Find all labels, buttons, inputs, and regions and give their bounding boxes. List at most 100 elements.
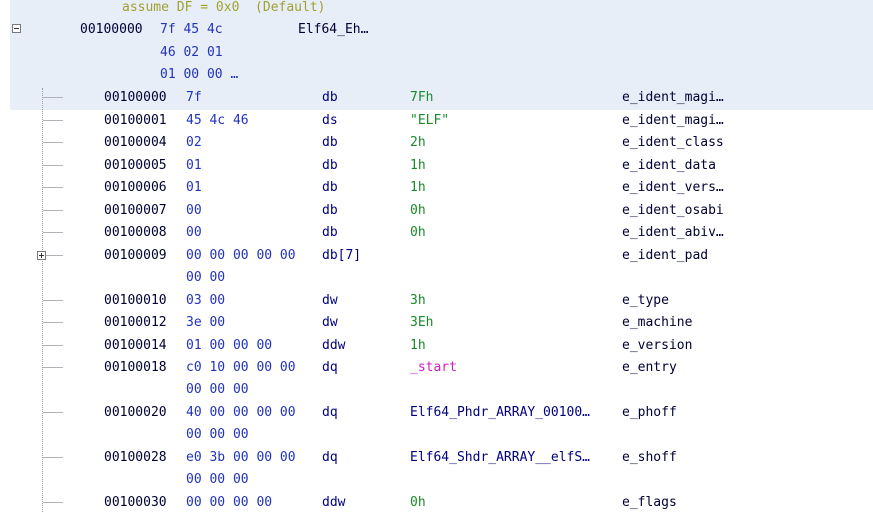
row-field-name: e_ident_abiv… [622,225,724,240]
row-field-name: e_phoff [622,405,677,420]
row-mnemonic: db [322,180,338,195]
assume-directive: assume DF = 0x0 (Default) [122,0,326,15]
row-mnemonic: dq [322,360,338,375]
row-field-name: e_machine [622,315,693,330]
row-bytes: 00 [186,225,202,240]
row-address: 00100014 [104,338,167,353]
row-bytes: 45 4c 46 [186,113,249,128]
row-address: 00100012 [104,315,167,330]
tree-branch [43,457,63,458]
row-mnemonic: db [322,90,338,105]
struct-header-line[interactable]: 00100000 7f 45 4c Elf64_Eh… [0,19,368,41]
row-bytes-continued: 00 00 [186,270,226,285]
struct-address: 00100000 [80,22,143,37]
row-address: 00100001 [104,113,167,128]
row-field-name: e_ident_pad [622,248,709,263]
row-operand: 1h [410,158,426,173]
row-mnemonic: dw [322,315,338,330]
row-bytes: 02 [186,135,202,150]
row-field-name: e_shoff [622,450,677,465]
row-address: 00100005 [104,158,167,173]
row-field-name: e_ident_data [622,158,716,173]
row-bytes: 40 00 00 00 00 [186,405,296,420]
row-mnemonic: db[7] [322,248,362,263]
row-bytes: c0 10 00 00 00 [186,360,296,375]
row-address: 00100018 [104,360,167,375]
assume-line: assume DF = 0x0 (Default) [0,0,326,19]
row-field-name: e_ident_magi… [622,90,724,105]
row-mnemonic: ds [322,113,338,128]
row-address: 00100006 [104,180,167,195]
row-operand: 3h [410,293,426,308]
row-field-name: e_type [622,293,669,308]
row-field-name: e_ident_class [622,135,724,150]
tree-branch [43,255,63,256]
tree-branch [43,120,63,121]
tree-branch [43,300,63,301]
row-bytes: 7f [186,90,202,105]
row-bytes: 01 [186,158,202,173]
row-field-name: e_ident_magi… [622,113,724,128]
row-mnemonic: db [322,203,338,218]
row-operand: _start [410,360,457,375]
tree-branch [43,210,63,211]
expand-icon[interactable] [37,251,46,260]
row-mnemonic: dq [322,405,338,420]
tree-branch [43,322,63,323]
row-address: 00100007 [104,203,167,218]
row-mnemonic: ddw [322,338,346,353]
row-bytes: 03 00 [186,293,226,308]
tree-branch [43,142,63,143]
row-operand: "ELF" [410,113,450,128]
struct-bytes-line: 46 02 01 [0,42,223,64]
row-bytes-continued: 00 00 00 [186,472,249,487]
row-operand: 0h [410,495,426,510]
row-bytes-continued: 00 00 00 [186,382,249,397]
row-field-name: e_entry [622,360,677,375]
struct-bytes-line3: 01 00 00 … [160,67,239,82]
tree-branch [43,232,63,233]
tree-branch [43,367,63,368]
row-mnemonic: db [322,158,338,173]
row-address: 00100020 [104,405,167,420]
row-bytes: 00 [186,203,202,218]
row-operand: 0h [410,203,426,218]
tree-branch [43,97,63,98]
row-operand: 0h [410,225,426,240]
row-bytes: 3e 00 [186,315,226,330]
row-address: 00100010 [104,293,167,308]
struct-type-label: Elf64_Eh… [298,22,369,37]
row-field-name: e_version [622,338,693,353]
row-bytes-continued: 00 00 00 [186,427,249,442]
struct-bytes-line2: 46 02 01 [160,45,223,60]
row-operand: 2h [410,135,426,150]
row-mnemonic: dq [322,450,338,465]
row-mnemonic: ddw [322,495,346,510]
row-address: 00100004 [104,135,167,150]
row-operand: Elf64_Shdr_ARRAY__elfS… [410,450,591,465]
row-bytes: 00 00 00 00 00 [186,248,296,263]
tree-branch [43,187,63,188]
row-operand: 1h [410,338,426,353]
row-mnemonic: dw [322,293,338,308]
row-mnemonic: db [322,225,338,240]
row-address: 00100000 [104,90,167,105]
row-bytes: 00 00 00 00 [186,495,273,510]
row-operand: 1h [410,180,426,195]
row-address: 00100030 [104,495,167,510]
tree-branch [43,502,63,503]
row-bytes: 01 [186,180,202,195]
row-bytes: 01 00 00 00 [186,338,273,353]
row-field-name: e_flags [622,495,677,510]
tree-branch [43,345,63,346]
tree-branch [43,412,63,413]
row-operand: 3Eh [410,315,434,330]
row-field-name: e_ident_vers… [622,180,724,195]
row-address: 00100008 [104,225,167,240]
row-mnemonic: db [322,135,338,150]
row-address: 00100028 [104,450,167,465]
row-field-name: e_ident_osabi [622,203,724,218]
row-address: 00100009 [104,248,167,263]
row-operand: Elf64_Phdr_ARRAY_00100… [410,405,591,420]
struct-bytes-line1: 7f 45 4c [160,22,223,37]
